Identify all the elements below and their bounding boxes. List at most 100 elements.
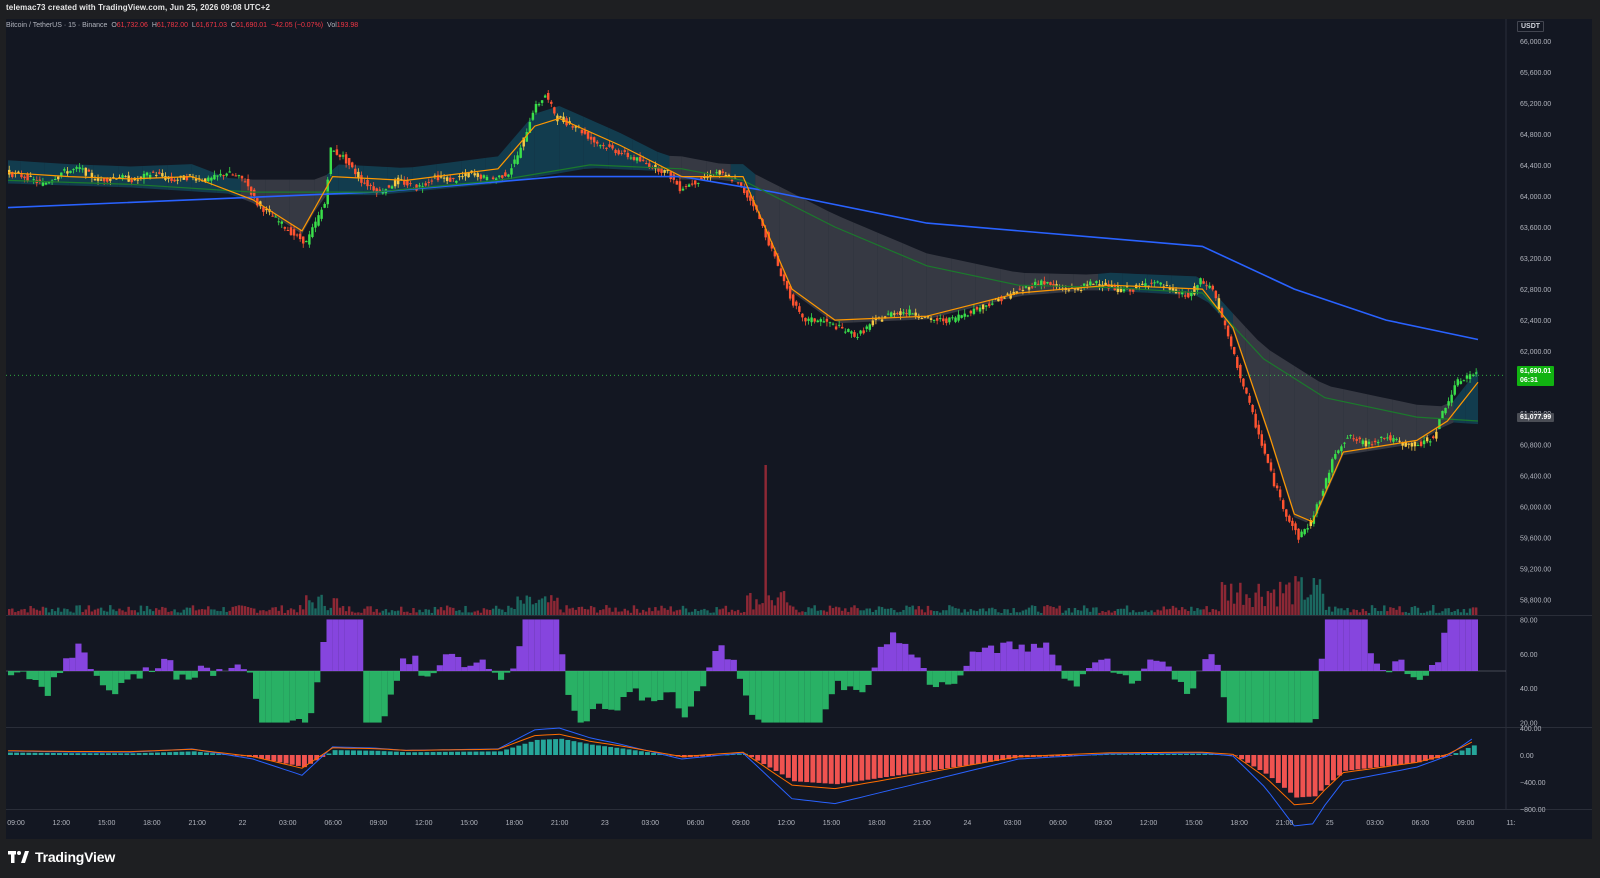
- chart-canvas[interactable]: 66,000.00 65,600.00 65,200.00 64,800.00 64,4…: [6, 19, 1592, 839]
- rsi-area-segment: [663, 671, 670, 693]
- volume-bar: [550, 595, 553, 615]
- rsi-area-segment: [1251, 671, 1258, 723]
- candle-body: [1245, 387, 1248, 394]
- volume-bar: [194, 610, 198, 615]
- candle-body: [317, 215, 320, 226]
- candle-body: [553, 107, 556, 114]
- candle-body: [828, 322, 832, 324]
- candle-body: [1392, 438, 1395, 442]
- macd-histogram-bar: [571, 741, 577, 755]
- candle-body: [354, 168, 357, 175]
- volume-bar: [988, 608, 991, 615]
- time-axis-label: 15:00: [98, 820, 116, 827]
- candle-body: [675, 180, 679, 185]
- price-axis-label: 60,000.00: [1520, 504, 1551, 511]
- volume-bar: [1447, 608, 1450, 615]
- rsi-area-segment: [351, 619, 358, 671]
- candle-body: [130, 179, 133, 183]
- rsi-area-segment: [559, 654, 566, 671]
- rsi-area-segment: [877, 646, 884, 671]
- rsi-area-segment: [1361, 619, 1368, 671]
- candle-body: [660, 168, 663, 173]
- volume-bar: [112, 609, 115, 615]
- candle-body: [357, 171, 360, 179]
- volume-bar: [651, 611, 654, 615]
- volume-bar: [259, 610, 262, 615]
- volume-bar: [1376, 611, 1380, 615]
- volume-bar: [1015, 612, 1019, 615]
- rsi-area-segment: [1331, 619, 1338, 671]
- volume-bar: [491, 608, 495, 615]
- rsi-area-segment: [1367, 653, 1374, 671]
- candle-body: [305, 240, 308, 243]
- rsi-area-segment: [1288, 671, 1295, 723]
- candle-body: [782, 274, 786, 282]
- candle-body: [1364, 440, 1368, 447]
- rsi-area-segment: [730, 659, 737, 671]
- rsi-area-segment: [657, 671, 664, 701]
- volume-bar: [26, 612, 29, 615]
- macd-histogram-bar: [191, 751, 197, 755]
- cloud-segment: [1306, 373, 1319, 523]
- volume-bar: [853, 605, 856, 615]
- chart-frame[interactable]: 66,000.00 65,600.00 65,200.00 64,800.00 64,4…: [6, 19, 1592, 839]
- rsi-area-segment: [1190, 671, 1197, 689]
- time-axis-label: 18:00: [868, 820, 886, 827]
- candle-body: [151, 171, 155, 173]
- candle-body: [1425, 437, 1429, 442]
- rsi-area-segment: [1086, 668, 1093, 671]
- rsi-area-segment: [853, 671, 860, 690]
- rsi-area-segment: [161, 658, 168, 671]
- volume-bar: [1343, 610, 1346, 615]
- candle-body: [1226, 325, 1230, 337]
- volume-bar: [697, 610, 700, 615]
- macd-histogram-bar: [1294, 755, 1300, 798]
- candle-body: [102, 178, 106, 182]
- rsi-area-segment: [473, 662, 480, 671]
- macd-histogram-bar: [32, 752, 38, 755]
- volume-bar: [1199, 609, 1202, 615]
- macd-histogram-bar: [436, 751, 442, 755]
- time-axis-label: 21:00: [551, 820, 569, 827]
- volume-bar: [1312, 578, 1316, 615]
- rsi-area-segment: [1030, 643, 1037, 671]
- rsi-area-segment: [26, 671, 33, 680]
- volume-bar: [553, 600, 556, 615]
- currency-label[interactable]: USDT: [1517, 21, 1545, 32]
- volume-bar: [935, 611, 939, 615]
- candle-body: [890, 312, 893, 317]
- candle-body: [795, 301, 798, 306]
- volume-bar: [406, 611, 409, 615]
- volume-bar: [366, 606, 369, 615]
- tradingview-logo[interactable]: TradingView: [8, 849, 115, 865]
- rsi-area-segment: [736, 671, 743, 679]
- volume-bar: [1058, 605, 1061, 615]
- attribution-text: telemac73 created with TradingView.com, …: [6, 3, 271, 12]
- volume-bar: [363, 608, 366, 615]
- macd-histogram-bar: [859, 755, 865, 781]
- volume-bar: [234, 606, 238, 615]
- macd-histogram-bar: [375, 750, 381, 755]
- volume-bar: [464, 605, 467, 615]
- volume-bar: [871, 612, 875, 615]
- rsi-area-segment: [314, 671, 321, 683]
- volume-bar: [586, 609, 590, 615]
- cloud-segment: [1404, 402, 1417, 446]
- macd-histogram-bar: [1184, 753, 1189, 755]
- macd-histogram-bar: [632, 750, 638, 755]
- rsi-area-segment: [540, 619, 547, 671]
- rsi-area-segment: [50, 671, 57, 678]
- volume-bar: [1462, 609, 1466, 615]
- volume-bar: [1361, 608, 1365, 615]
- macd-histogram-bar: [295, 755, 301, 766]
- volume-bar: [623, 608, 627, 615]
- volume-bar: [1278, 581, 1282, 615]
- volume-bar: [672, 611, 676, 615]
- price-axis-label: 64,400.00: [1520, 163, 1551, 170]
- rsi-area-segment: [124, 671, 131, 680]
- volume-bar: [1300, 577, 1303, 615]
- macd-histogram-bar: [798, 755, 804, 782]
- candle-body: [697, 182, 700, 184]
- volume-bar: [1456, 609, 1460, 615]
- macd-histogram-bar: [596, 745, 601, 755]
